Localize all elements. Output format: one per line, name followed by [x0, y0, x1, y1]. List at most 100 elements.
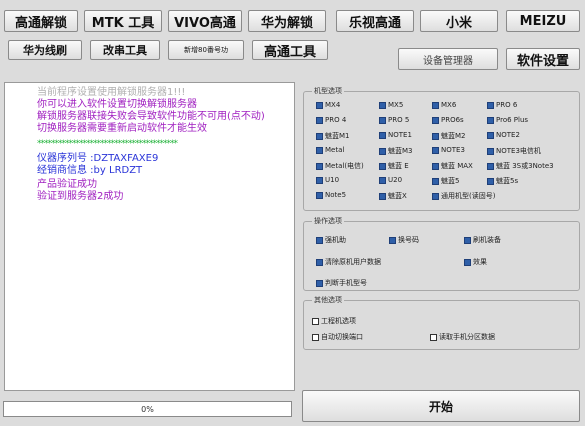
checkbox-label: Metal(电信): [325, 162, 364, 170]
checkbox-box: [379, 176, 386, 184]
model-checkbox[interactable]: U10: [316, 176, 339, 184]
model-checkbox[interactable]: MX5: [379, 101, 403, 109]
model-checkbox[interactable]: MX4: [316, 101, 340, 109]
model-checkbox[interactable]: 魅蓝M3: [379, 146, 413, 156]
checkbox-box: [379, 192, 386, 200]
checkbox-label: PRO6s: [441, 116, 464, 124]
other-checkbox-2[interactable]: 自动切换端口: [312, 332, 363, 342]
model-checkbox[interactable]: NOTE3: [432, 146, 465, 154]
model-checkbox[interactable]: PRO6s: [432, 116, 464, 124]
other-options-title: 其他选项: [312, 295, 344, 305]
ops-checkbox-6[interactable]: 判断手机型号: [316, 278, 367, 288]
checkbox-label: 通用机型(读固号): [441, 192, 496, 200]
checkbox-label: Metal: [325, 146, 345, 154]
new-feature-button[interactable]: 新增80番号功: [168, 40, 244, 60]
progress-bar: 0%: [3, 401, 292, 417]
model-checkbox[interactable]: NOTE3电信机: [487, 146, 541, 156]
checkbox-label: Pro6 Plus: [496, 116, 529, 124]
checkbox-box: [379, 147, 386, 155]
qualcomm-tool-button[interactable]: 高通工具: [252, 40, 328, 60]
checkbox-label: PRO 4: [325, 116, 347, 124]
ops-checkbox-3[interactable]: 刷机装备: [464, 235, 501, 245]
checkbox-box: [316, 101, 323, 109]
model-checkbox[interactable]: MX6: [432, 101, 456, 109]
checkbox-label: 魅蓝M1: [325, 132, 350, 140]
checkbox-box: [487, 116, 494, 124]
checkbox-box: [316, 258, 323, 266]
checkbox-box: [487, 162, 494, 170]
letv-qualcomm-button[interactable]: 乐视高通: [336, 10, 414, 32]
checkbox-box: [316, 191, 323, 199]
model-checkbox[interactable]: PRO 5: [379, 116, 409, 124]
model-checkbox[interactable]: NOTE2: [487, 131, 520, 139]
checkbox-label: MX4: [325, 101, 341, 109]
checkbox-label: 魅蓝5s: [496, 177, 519, 185]
model-checkbox[interactable]: 通用机型(读固号): [432, 191, 495, 201]
serial-change-tool-button[interactable]: 改串工具: [90, 40, 160, 60]
checkbox-box: [487, 147, 494, 155]
operation-options-title: 操作选项: [312, 216, 344, 226]
model-checkbox[interactable]: PRO 4: [316, 116, 346, 124]
checkbox-label: 效果: [473, 258, 487, 266]
vivo-qualcomm-button[interactable]: VIVO高通: [168, 10, 242, 32]
device-manager-button[interactable]: 设备管理器: [398, 48, 498, 70]
xiaomi-button[interactable]: 小米: [420, 10, 498, 32]
model-checkbox[interactable]: 魅蓝M1: [316, 131, 350, 141]
huawei-flash-button[interactable]: 华为线刷: [8, 40, 82, 60]
ops-checkbox-5[interactable]: 效果: [464, 257, 487, 267]
model-checkbox[interactable]: Metal: [316, 146, 344, 154]
start-button[interactable]: 开始: [302, 390, 580, 422]
mtk-tool-button[interactable]: MTK 工具: [84, 10, 162, 32]
checkbox-label: NOTE1: [388, 131, 412, 139]
checkbox-box: [312, 317, 319, 325]
model-checkbox[interactable]: 魅蓝M2: [432, 131, 466, 141]
model-checkbox[interactable]: 魅蓝5: [432, 176, 459, 186]
meizu-button[interactable]: MEIZU: [506, 10, 580, 32]
checkbox-label: 换号码: [398, 236, 419, 244]
qualcomm-unlock-button[interactable]: 高通解锁: [4, 10, 78, 32]
model-checkbox[interactable]: 魅蓝X: [379, 191, 407, 201]
model-checkbox[interactable]: 魅蓝 3S或3Note3: [487, 161, 554, 171]
model-checkbox[interactable]: Pro6 Plus: [487, 116, 528, 124]
checkbox-box: [379, 131, 386, 139]
ops-checkbox-2[interactable]: 换号码: [389, 235, 419, 245]
ops-checkbox-1[interactable]: 强机助: [316, 235, 346, 245]
model-checkbox[interactable]: 魅蓝5s: [487, 176, 518, 186]
checkbox-box: [432, 146, 439, 154]
progress-label: 0%: [141, 404, 154, 414]
checkbox-label: 工程机选项: [321, 317, 356, 325]
other-checkbox-1[interactable]: 工程机选项: [312, 316, 356, 326]
other-options-group: 其他选项 工程机选项 自动切换端口 读取手机分区数据: [303, 295, 580, 350]
checkbox-box: [487, 177, 494, 185]
model-checkbox[interactable]: U20: [379, 176, 402, 184]
operation-options-group: 操作选项 强机助 换号码 刷机装备 清除原机用户数据 效果 判断手机型号: [303, 216, 580, 291]
model-checkbox[interactable]: PRO 6: [487, 101, 517, 109]
model-options-title: 机型选项: [312, 86, 344, 96]
model-checkbox[interactable]: NOTE1: [379, 131, 412, 139]
log-line: 切换服务器需要重新启动软件才能生效: [37, 123, 207, 134]
checkbox-box: [432, 177, 439, 185]
model-checkbox[interactable]: 魅蓝 MAX: [432, 161, 473, 171]
checkbox-label: 清除原机用户数据: [325, 258, 381, 266]
model-checkbox[interactable]: 魅蓝 E: [379, 161, 409, 171]
ops-checkbox-4[interactable]: 清除原机用户数据: [316, 257, 381, 267]
log-line: 验证到服务器2成功: [37, 191, 124, 202]
other-checkbox-3[interactable]: 读取手机分区数据: [430, 332, 495, 342]
checkbox-label: 魅蓝X: [388, 192, 407, 200]
software-settings-button[interactable]: 软件设置: [506, 48, 580, 70]
checkbox-box: [432, 101, 439, 109]
log-line: 经销商信息 :by LRDZT: [37, 165, 143, 176]
huawei-unlock-button[interactable]: 华为解锁: [248, 10, 326, 32]
checkbox-label: 魅蓝5: [441, 177, 460, 185]
checkbox-box: [464, 236, 471, 244]
model-checkbox[interactable]: Note5: [316, 191, 346, 199]
checkbox-label: 魅蓝 MAX: [441, 162, 473, 170]
checkbox-label: 自动切换端口: [321, 333, 363, 341]
checkbox-box: [432, 116, 439, 124]
checkbox-label: U10: [325, 176, 340, 184]
checkbox-label: 魅蓝M3: [388, 147, 413, 155]
model-checkbox[interactable]: Metal(电信): [316, 161, 364, 171]
checkbox-box: [379, 116, 386, 124]
checkbox-label: PRO 6: [496, 101, 518, 109]
checkbox-box: [432, 132, 439, 140]
